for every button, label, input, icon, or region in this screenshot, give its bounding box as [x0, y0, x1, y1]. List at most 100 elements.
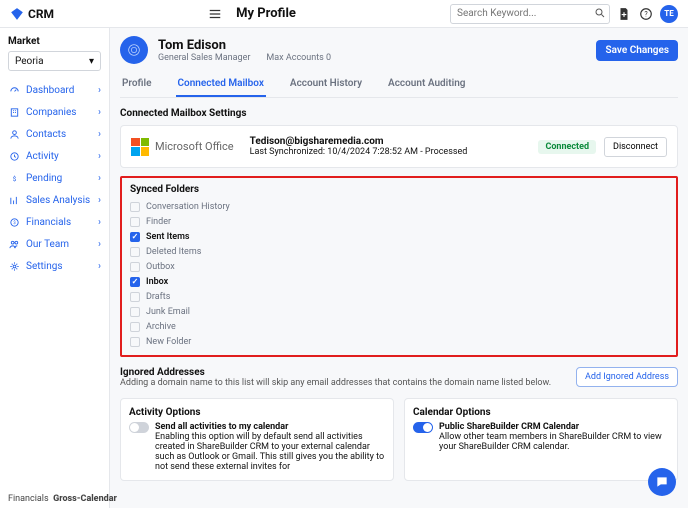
- folder-checkbox[interactable]: [130, 292, 140, 302]
- calendar-item-title: Public ShareBuilder CRM Calendar: [439, 422, 669, 432]
- activity-options-card: Activity Options Send all activities to …: [120, 398, 394, 481]
- tab-account-auditing[interactable]: Account Auditing: [386, 72, 467, 97]
- sidebar-item-companies[interactable]: Companies›: [8, 101, 101, 123]
- folder-checkbox[interactable]: [130, 307, 140, 317]
- chevron-right-icon: ›: [98, 217, 101, 228]
- sidebar-item-sales-analysis[interactable]: Sales Analysis ›: [8, 189, 101, 211]
- folder-checkbox[interactable]: [130, 202, 140, 212]
- sidebar-item-our-team[interactable]: Our Team›: [8, 233, 101, 255]
- chevron-right-icon: ›: [98, 173, 101, 184]
- chevron-right-icon: ›: [98, 239, 101, 250]
- menu-icon[interactable]: [208, 7, 222, 21]
- clock-icon: [8, 151, 20, 162]
- folder-label: Inbox: [146, 277, 168, 287]
- folder-row: Finder: [130, 214, 668, 229]
- ignored-title: Ignored Addresses: [120, 367, 551, 378]
- folder-checkbox[interactable]: [130, 247, 140, 257]
- tab-profile[interactable]: Profile: [120, 72, 154, 97]
- sidebar-item-financials[interactable]: $Financials›: [8, 211, 101, 233]
- calendar-toggle[interactable]: [413, 422, 433, 433]
- sidebar-item-label: Dashboard: [26, 85, 74, 96]
- folder-label: Deleted Items: [146, 247, 201, 257]
- folder-checkbox[interactable]: [130, 262, 140, 272]
- chart-icon: [8, 195, 20, 206]
- save-changes-button[interactable]: Save Changes: [596, 40, 678, 61]
- search-input[interactable]: [450, 4, 610, 24]
- sidebar-item-label: Pending: [26, 173, 62, 184]
- add-ignored-button[interactable]: Add Ignored Address: [576, 367, 678, 387]
- tab-connected-mailbox[interactable]: Connected Mailbox: [176, 72, 266, 97]
- folder-row: Outbox: [130, 259, 668, 274]
- disconnect-button[interactable]: Disconnect: [604, 137, 667, 157]
- activity-toggle[interactable]: [129, 422, 149, 433]
- chevron-right-icon: ›: [98, 85, 101, 96]
- sidebar-item-label: Activity: [26, 151, 59, 162]
- gear-icon: [8, 261, 20, 272]
- chat-icon: [655, 475, 669, 489]
- svg-text:?: ?: [644, 10, 648, 18]
- chevron-right-icon: ›: [98, 107, 101, 118]
- folder-label: Junk Email: [146, 307, 190, 317]
- folder-checkbox[interactable]: ✓: [130, 277, 140, 287]
- folder-row: Junk Email: [130, 304, 668, 319]
- sidebar-item-label: Settings: [26, 261, 63, 272]
- calendar-options-title: Calendar Options: [413, 407, 669, 418]
- folder-label: Outbox: [146, 262, 175, 272]
- provider-logo: Microsoft Office: [131, 138, 234, 156]
- sidebar-item-pending[interactable]: $ Pending ›: [8, 167, 101, 189]
- chevron-right-icon: ›: [98, 151, 101, 162]
- sidebar-item-contacts[interactable]: Contacts›: [8, 123, 101, 145]
- chevron-right-icon: ›: [98, 195, 101, 206]
- market-select[interactable]: Peoria ▾: [8, 51, 101, 71]
- ignored-desc: Adding a domain name to this list will s…: [120, 378, 551, 388]
- user-avatar[interactable]: TE: [660, 5, 678, 23]
- currency-icon: $: [8, 217, 20, 228]
- sidebar-item-label: Sales Analysis: [26, 195, 90, 206]
- folder-row: ✓ Inbox: [130, 274, 668, 289]
- new-doc-icon[interactable]: [616, 6, 632, 22]
- svg-text:$: $: [12, 174, 16, 182]
- synced-folders-panel: Synced Folders Conversation HistoryFinde…: [120, 176, 678, 357]
- folder-label: Drafts: [146, 292, 170, 302]
- diamond-icon: [10, 7, 24, 21]
- search-icon[interactable]: [594, 7, 606, 19]
- building-icon: [8, 107, 20, 118]
- brand-logo: CRM: [10, 7, 54, 21]
- folder-checkbox[interactable]: [130, 217, 140, 227]
- profile-max-accounts: Max Accounts 0: [266, 53, 331, 63]
- folder-label: Sent Items: [146, 232, 190, 242]
- folder-checkbox[interactable]: [130, 322, 140, 332]
- folder-checkbox[interactable]: [130, 337, 140, 347]
- mailbox-section-title: Connected Mailbox Settings: [120, 108, 678, 119]
- folder-label: Finder: [146, 217, 171, 227]
- folder-checkbox[interactable]: ✓: [130, 232, 140, 242]
- tab-account-history[interactable]: Account History: [288, 72, 364, 97]
- brand-text: CRM: [28, 7, 54, 21]
- user-icon: [8, 129, 20, 140]
- folder-label: Archive: [146, 322, 176, 332]
- activity-options-title: Activity Options: [129, 407, 385, 418]
- folder-row: Drafts: [130, 289, 668, 304]
- footer-breadcrumb: Financials Gross-Calendar: [8, 494, 117, 504]
- search-input-wrap: [450, 4, 610, 24]
- sidebar-item-settings[interactable]: Settings›: [8, 255, 101, 277]
- speedometer-icon: [8, 85, 20, 96]
- chat-fab[interactable]: [648, 468, 676, 496]
- team-icon: [8, 239, 20, 250]
- chevron-right-icon: ›: [98, 129, 101, 140]
- sidebar-item-dashboard[interactable]: Dashboard ›: [8, 79, 101, 101]
- mailbox-sync-line: Last Synchronized: 10/4/2024 7:28:52 AM …: [250, 147, 468, 157]
- microsoft-icon: [131, 138, 149, 156]
- provider-name: Microsoft Office: [155, 140, 234, 153]
- help-icon[interactable]: ?: [638, 6, 654, 22]
- profile-role: General Sales Manager: [158, 53, 250, 63]
- activity-item-title: Send all activities to my calendar: [155, 422, 385, 432]
- calendar-options-card: Calendar Options Public ShareBuilder CRM…: [404, 398, 678, 481]
- calendar-item-desc: Allow other team members in ShareBuilder…: [439, 432, 662, 452]
- sidebar-item-activity[interactable]: Activity ›: [8, 145, 101, 167]
- dollar-icon: $: [8, 173, 20, 184]
- market-label: Market: [8, 36, 101, 47]
- activity-item-desc: Enabling this option will by default sen…: [155, 432, 384, 472]
- market-value: Peoria: [15, 56, 44, 67]
- tabs: Profile Connected Mailbox Account History A…: [120, 72, 678, 98]
